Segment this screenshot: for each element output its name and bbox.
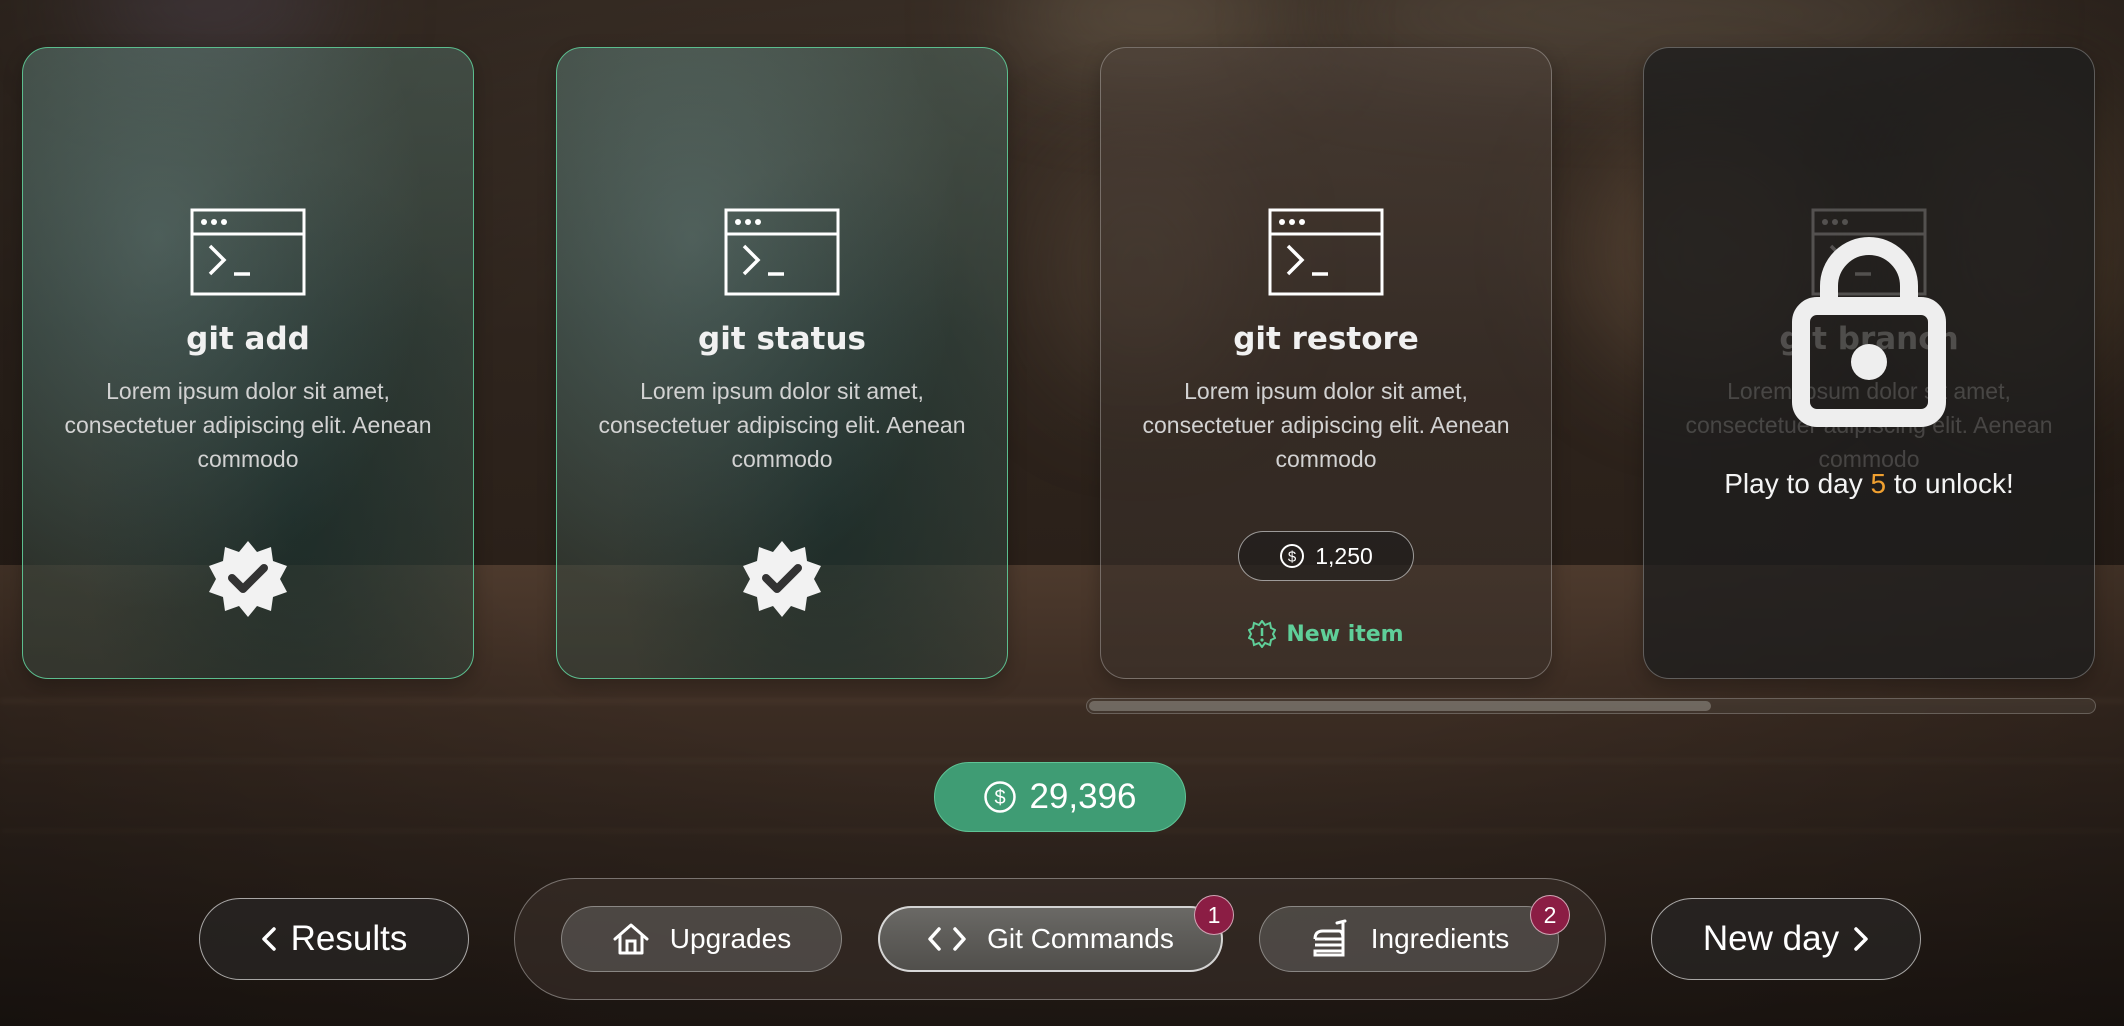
scrollbar-thumb[interactable] bbox=[1089, 701, 1711, 711]
coin-icon: $ bbox=[1280, 544, 1305, 568]
command-card-git-branch-locked[interactable]: git branch Lorem ipsum dolor sit amet, c… bbox=[1643, 47, 2095, 679]
tab-upgrades[interactable]: Upgrades bbox=[561, 906, 842, 972]
new-badge-icon bbox=[1248, 620, 1277, 648]
unlock-day-number: 5 bbox=[1870, 468, 1887, 499]
tab-ingredients[interactable]: Ingredients bbox=[1259, 906, 1559, 972]
price-value: 1,250 bbox=[1315, 542, 1373, 569]
back-results-button[interactable]: Results bbox=[199, 898, 469, 980]
lock-icon bbox=[1792, 237, 1946, 427]
chevron-right-icon bbox=[1854, 927, 1868, 951]
card-description: Lorem ipsum dolor sit amet, consectetuer… bbox=[1142, 378, 1510, 472]
tab-label: Upgrades bbox=[669, 923, 792, 954]
tab-label: Git Commands bbox=[987, 923, 1174, 954]
home-icon bbox=[613, 923, 649, 955]
new-item-tag: New item bbox=[1101, 620, 1551, 648]
verified-check-icon bbox=[743, 541, 821, 617]
coin-balance: $ 29,396 bbox=[934, 762, 1186, 832]
new-item-label: New item bbox=[1286, 621, 1404, 647]
back-button-label: Results bbox=[290, 919, 408, 958]
svg-text:$: $ bbox=[995, 787, 1006, 809]
code-icon bbox=[928, 927, 966, 951]
unlock-requirement-text: Play to day 5 to unlock! bbox=[1724, 468, 2014, 499]
card-description: Lorem ipsum dolor sit amet, consectetuer… bbox=[598, 378, 966, 472]
command-card-git-status[interactable]: git status Lorem ipsum dolor sit amet, c… bbox=[556, 47, 1008, 679]
notification-badge: 2 bbox=[1530, 895, 1570, 935]
card-description: Lorem ipsum dolor sit amet, consectetuer… bbox=[64, 378, 432, 472]
card-title: git add bbox=[186, 321, 310, 357]
notification-badge: 1 bbox=[1194, 895, 1234, 935]
cards-scrollbar[interactable] bbox=[1086, 698, 2096, 714]
command-card-git-add[interactable]: git add Lorem ipsum dolor sit amet, cons… bbox=[22, 47, 474, 679]
coin-icon: $ bbox=[984, 781, 1017, 813]
verified-check-icon bbox=[209, 541, 287, 617]
balance-value: 29,396 bbox=[1029, 777, 1137, 816]
chevron-left-icon bbox=[261, 927, 276, 951]
svg-text:$: $ bbox=[1288, 549, 1297, 566]
card-title: git status bbox=[698, 321, 866, 357]
buy-price-button[interactable]: $ 1,250 bbox=[1238, 531, 1414, 581]
terminal-icon bbox=[1268, 208, 1384, 296]
next-button-label: New day bbox=[1702, 919, 1840, 958]
tab-git-commands[interactable]: Git Commands bbox=[878, 906, 1223, 972]
terminal-icon bbox=[724, 208, 840, 296]
card-title: git restore bbox=[1233, 321, 1419, 357]
new-day-button[interactable]: New day bbox=[1651, 898, 1921, 980]
terminal-icon bbox=[190, 208, 306, 296]
command-card-git-restore[interactable]: git restore Lorem ipsum dolor sit amet, … bbox=[1100, 47, 1552, 679]
tab-label: Ingredients bbox=[1370, 923, 1510, 954]
food-icon bbox=[1313, 919, 1347, 957]
